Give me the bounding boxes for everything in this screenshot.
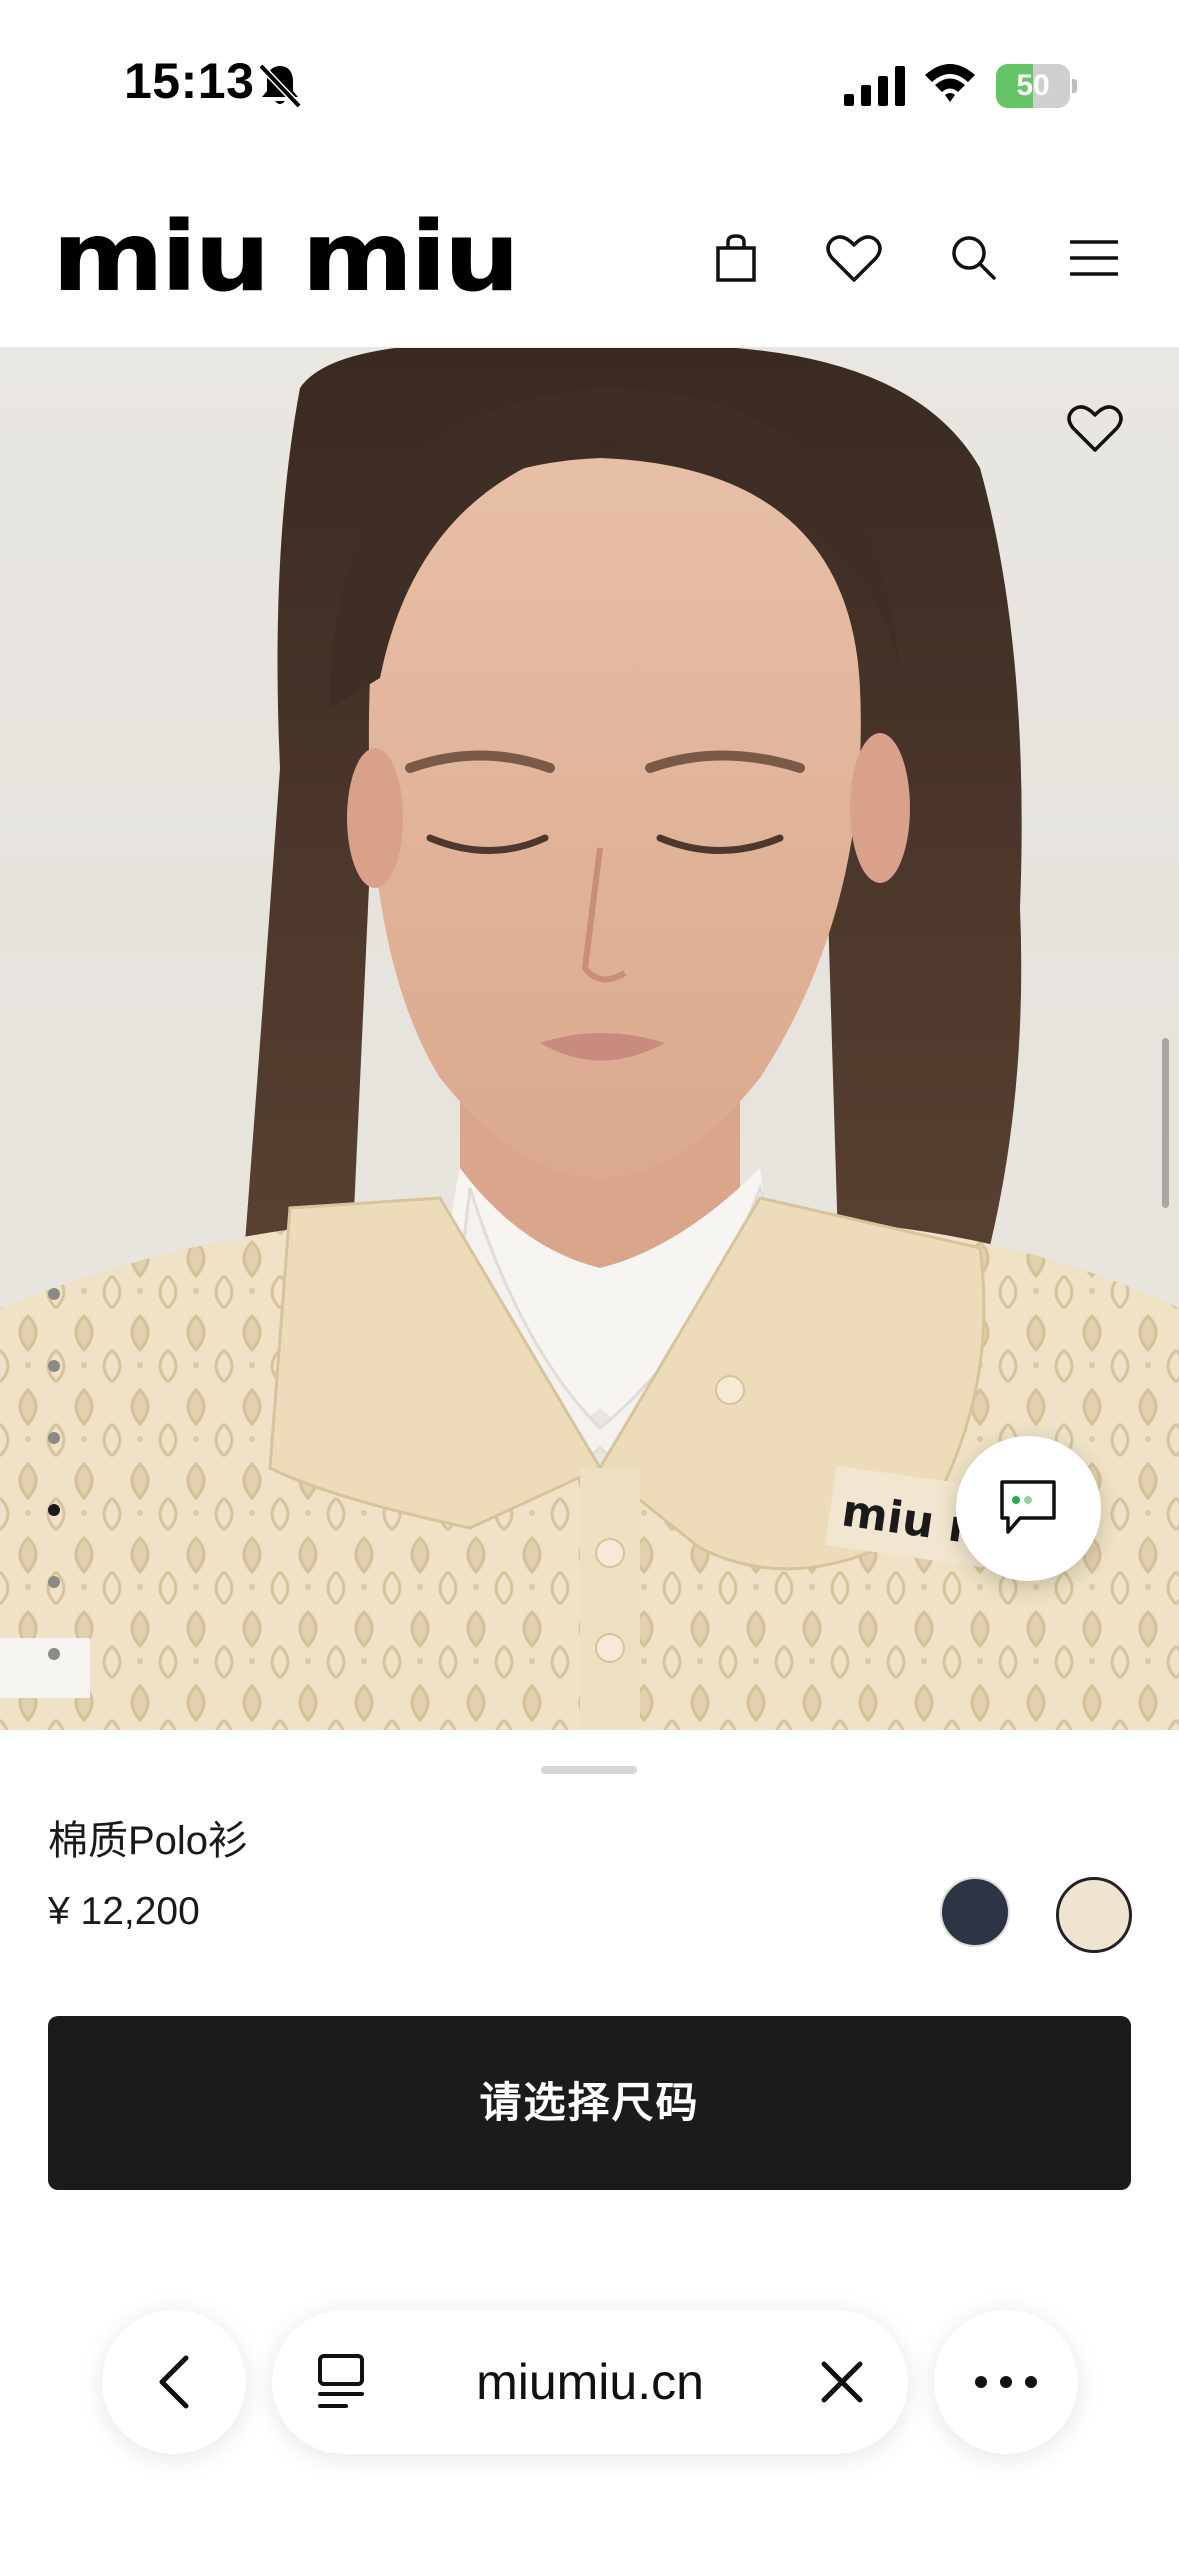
status-time: 15:13 [124, 53, 255, 109]
color-swatch-navy[interactable] [940, 1877, 1010, 1947]
more-button[interactable] [934, 2310, 1078, 2454]
chat-bubble-icon [1000, 1480, 1056, 1534]
pagination-dot[interactable] [48, 1576, 60, 1588]
brand-logo[interactable]: miu miu [52, 209, 520, 305]
url-text[interactable]: miumiu.cn [272, 2310, 908, 2454]
menu-icon[interactable] [1064, 228, 1124, 288]
pagination-dot[interactable] [48, 1504, 60, 1516]
pagination-dot[interactable] [48, 1360, 60, 1372]
chat-button[interactable] [956, 1436, 1101, 1581]
pagination-dot[interactable] [48, 1648, 60, 1660]
product-image[interactable]: miu mi [0, 348, 1179, 1730]
gallery-pagination [48, 1288, 62, 1720]
search-icon[interactable] [944, 228, 1004, 288]
wifi-icon [925, 64, 975, 102]
back-chevron-icon [159, 2355, 189, 2409]
favorite-heart-icon[interactable] [1065, 400, 1125, 456]
back-button[interactable] [102, 2310, 246, 2454]
product-name: 棉质Polo衫 [48, 1819, 249, 1863]
select-size-button[interactable]: 请选择尺码 [48, 2016, 1131, 2190]
wishlist-heart-icon[interactable] [824, 228, 884, 288]
product-price: ¥ 12,200 [48, 1890, 200, 1933]
address-bar[interactable]: miumiu.cn [272, 2310, 908, 2454]
status-bar: 15:13 50 [0, 0, 1179, 150]
sheet-handle[interactable] [541, 1766, 637, 1774]
close-icon[interactable] [820, 2360, 864, 2404]
shopping-bag-icon[interactable] [706, 228, 766, 288]
battery-level: 50 [1016, 69, 1050, 102]
scroll-indicator[interactable] [1162, 1038, 1169, 1208]
more-icon [975, 2376, 1037, 2388]
bell-slash-icon [258, 63, 302, 109]
cellular-signal-icon [844, 66, 905, 106]
site-header: miu miu [0, 150, 1179, 348]
pagination-dot[interactable] [48, 1432, 60, 1444]
battery-indicator: 50 [996, 64, 1077, 108]
browser-toolbar: miumiu.cn [0, 2250, 1179, 2556]
pagination-dot[interactable] [48, 1288, 60, 1300]
color-swatch-cream[interactable] [1056, 1877, 1132, 1953]
